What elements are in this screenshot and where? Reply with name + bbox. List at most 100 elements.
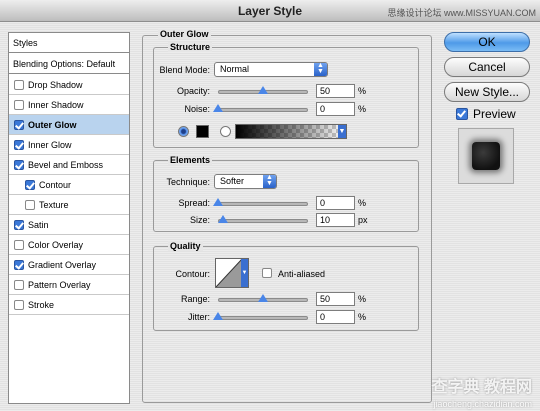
size-unit: px [358, 215, 368, 225]
checkbox-color-overlay[interactable] [14, 240, 24, 250]
solid-color-radio[interactable] [178, 126, 189, 137]
noise-slider-thumb[interactable] [213, 104, 223, 112]
contour-curve-icon [216, 259, 242, 287]
spread-label: Spread: [178, 198, 210, 208]
jitter-label: Jitter: [187, 312, 210, 322]
anti-aliased-checkbox[interactable] [262, 268, 272, 278]
blend-mode-select[interactable]: Normal ▲ ▼ [214, 62, 328, 77]
size-slider[interactable] [218, 219, 308, 223]
contour-label: Contour: [175, 269, 210, 279]
preview-label: Preview [473, 107, 516, 121]
cancel-button[interactable]: Cancel [444, 57, 530, 77]
checkbox-stroke[interactable] [14, 300, 24, 310]
noise-unit: % [358, 104, 367, 114]
anti-aliased-label: Anti-aliased [278, 269, 326, 279]
style-item-label: Stroke [28, 300, 55, 310]
checkbox-gradient-overlay[interactable] [14, 260, 24, 270]
checkbox-inner-glow[interactable] [14, 140, 24, 150]
technique-label: Technique: [166, 177, 210, 187]
style-item-label: Gradient Overlay [28, 260, 97, 270]
chevron-down-icon: ▼ [338, 125, 346, 138]
watermark-bottom: 查字典 教程网 [431, 379, 532, 396]
style-item-stroke[interactable]: Stroke [9, 295, 129, 315]
new-style-button[interactable]: New Style... [444, 82, 530, 102]
opacity-unit: % [358, 86, 367, 96]
checkbox-pattern-overlay[interactable] [14, 280, 24, 290]
watermark-top: 思缘设计论坛 www.MISSYUAN.COM [387, 8, 536, 18]
opacity-slider-thumb[interactable] [258, 86, 268, 94]
range-unit: % [358, 294, 367, 304]
spread-unit: % [358, 198, 367, 208]
size-label: Size: [189, 215, 210, 225]
style-item-label: Bevel and Emboss [28, 160, 104, 170]
quality-title: Quality [168, 241, 203, 251]
chevron-down-icon: ▼ [241, 259, 248, 287]
style-item-bevel-emboss[interactable]: Bevel and Emboss [9, 155, 129, 175]
preview-checkbox[interactable] [456, 108, 468, 120]
noise-label: Noise: [184, 104, 210, 114]
blending-options-item[interactable]: Blending Options: Default [9, 54, 129, 74]
style-item-label: Drop Shadow [28, 80, 83, 90]
jitter-input[interactable]: 0 [316, 310, 355, 324]
outer-glow-title: Outer Glow [158, 29, 211, 39]
styles-header[interactable]: Styles [9, 33, 129, 53]
updown-arrow-icon: ▲ ▼ [314, 62, 327, 76]
style-item-pattern-overlay[interactable]: Pattern Overlay [9, 275, 129, 295]
style-item-label: Inner Glow [28, 140, 72, 150]
style-item-label: Texture [39, 200, 69, 210]
checkbox-bevel-emboss[interactable] [14, 160, 24, 170]
style-item-label: Contour [39, 180, 72, 190]
styles-list: Styles Blending Options: Default Drop Sh… [8, 32, 130, 404]
style-item-label: Color Overlay [28, 240, 84, 250]
spread-input[interactable]: 0 [316, 196, 355, 210]
style-item-satin[interactable]: Satin [9, 215, 129, 235]
glow-gradient-swatch[interactable]: ▼ [235, 124, 347, 139]
style-item-label: Outer Glow [28, 120, 77, 130]
style-item-drop-shadow[interactable]: Drop Shadow [9, 75, 129, 95]
range-input[interactable]: 50 [316, 292, 355, 306]
noise-slider[interactable] [218, 108, 308, 112]
blend-mode-value: Normal [220, 64, 250, 74]
style-item-texture[interactable]: Texture [9, 195, 129, 215]
checkbox-drop-shadow[interactable] [14, 80, 24, 90]
checkbox-satin[interactable] [14, 220, 24, 230]
spread-slider-thumb[interactable] [213, 198, 223, 206]
elements-title: Elements [168, 155, 213, 165]
checkbox-contour[interactable] [25, 180, 35, 190]
style-item-color-overlay[interactable]: Color Overlay [9, 235, 129, 255]
size-input[interactable]: 10 [316, 213, 355, 227]
structure-title: Structure [168, 42, 213, 52]
style-item-contour[interactable]: Contour [9, 175, 129, 195]
technique-select[interactable]: Softer ▲ ▼ [214, 174, 277, 189]
range-slider-thumb[interactable] [258, 294, 268, 302]
style-item-label: Satin [28, 220, 49, 230]
size-slider-thumb[interactable] [217, 215, 228, 223]
checkbox-outer-glow[interactable] [14, 120, 24, 130]
opacity-input[interactable]: 50 [316, 84, 355, 98]
style-item-gradient-overlay[interactable]: Gradient Overlay [9, 255, 129, 275]
contour-picker[interactable]: ▼ [215, 258, 249, 288]
style-preview [458, 128, 514, 184]
range-label: Range: [180, 294, 210, 304]
window-title: Layer Style [237, 4, 303, 18]
spread-slider[interactable] [218, 202, 308, 206]
title-bar: Layer Style 思缘设计论坛 www.MISSYUAN.COM [0, 0, 540, 22]
checkbox-inner-shadow[interactable] [14, 100, 24, 110]
updown-arrow-icon: ▲ ▼ [263, 174, 276, 188]
watermark-bottom-sub: jiaocheng.chazidian.com [433, 399, 532, 409]
style-item-inner-shadow[interactable]: Inner Shadow [9, 95, 129, 115]
style-item-inner-glow[interactable]: Inner Glow [9, 135, 129, 155]
ok-button[interactable]: OK [444, 32, 530, 52]
jitter-slider[interactable] [218, 316, 308, 320]
noise-input[interactable]: 0 [316, 102, 355, 116]
style-item-outer-glow[interactable]: Outer Glow [9, 115, 129, 135]
jitter-unit: % [358, 312, 367, 322]
blend-mode-label: Blend Mode: [159, 65, 210, 75]
gradient-radio[interactable] [220, 126, 231, 137]
style-item-label: Pattern Overlay [28, 280, 91, 290]
jitter-slider-thumb[interactable] [213, 312, 223, 320]
technique-value: Softer [220, 176, 245, 186]
checkbox-texture[interactable] [25, 200, 35, 210]
style-item-label: Inner Shadow [28, 100, 84, 110]
glow-color-swatch[interactable] [196, 125, 209, 138]
